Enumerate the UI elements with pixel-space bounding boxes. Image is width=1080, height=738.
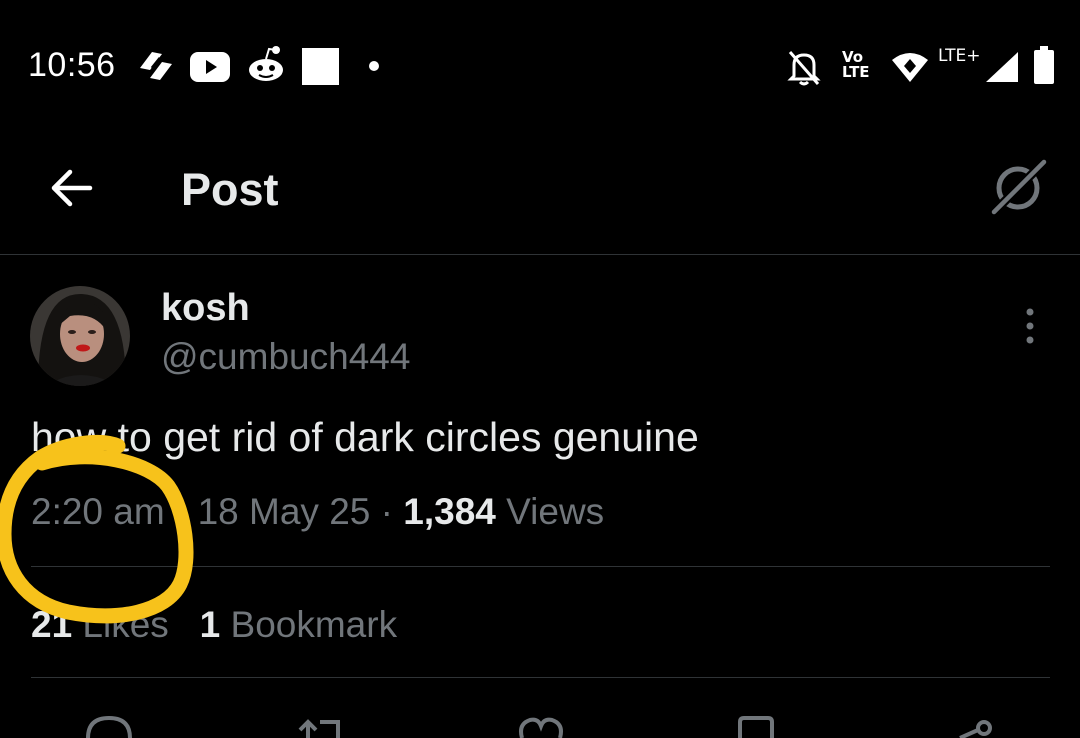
payments-app-icon: [140, 52, 172, 80]
post-meta: 2:20 am · 18 May 25 · 1,384 Views: [31, 491, 604, 533]
bell-off-icon: [787, 51, 821, 86]
meta-separator: ·: [370, 491, 404, 532]
network-type-label: LTE+: [938, 46, 981, 66]
youtube-icon: [190, 52, 230, 82]
volte-icon: Vo LTE: [842, 48, 870, 81]
views-label: Views: [495, 491, 605, 532]
reply-icon[interactable]: [84, 708, 134, 738]
dot-icon: [369, 61, 379, 71]
like-icon[interactable]: [516, 708, 566, 738]
post-stats: 21 Likes 1 Bookmark: [31, 604, 397, 646]
avatar[interactable]: [30, 286, 130, 386]
post-time[interactable]: 2:20 am: [31, 491, 165, 532]
meta-divider: [31, 566, 1050, 567]
status-time: 10:56: [28, 46, 116, 84]
battery-icon: [1034, 46, 1054, 84]
back-arrow-icon[interactable]: [44, 160, 100, 216]
signal-icon: [986, 52, 1018, 82]
more-options-icon[interactable]: [1016, 306, 1044, 346]
stats-divider: [31, 677, 1050, 678]
repost-icon[interactable]: [296, 708, 346, 738]
square-notification-icon: [302, 48, 339, 85]
user-handle[interactable]: @cumbuch444: [161, 336, 410, 378]
likes-stat[interactable]: 21 Likes: [31, 604, 169, 645]
bookmarks-count: 1: [199, 604, 221, 645]
header-divider: [0, 254, 1080, 255]
post-text: how to get rid of dark circles genuine: [31, 414, 699, 460]
post-date[interactable]: 18 May 25: [198, 491, 371, 532]
likes-count: 21: [31, 604, 73, 645]
likes-label: Likes: [72, 604, 169, 645]
wifi-icon: [892, 53, 928, 82]
reddit-icon: [249, 46, 283, 81]
views-count: 1,384: [403, 491, 496, 532]
share-icon[interactable]: [950, 708, 1000, 738]
bookmark-icon[interactable]: [734, 708, 784, 738]
grok-icon[interactable]: [986, 156, 1050, 220]
avatar-image: [30, 286, 130, 386]
display-name[interactable]: kosh: [161, 287, 250, 330]
meta-separator: ·: [164, 491, 198, 532]
page-title: Post: [181, 164, 279, 215]
bookmarks-label: Bookmark: [220, 604, 398, 645]
bookmarks-stat[interactable]: 1 Bookmark: [200, 604, 397, 645]
